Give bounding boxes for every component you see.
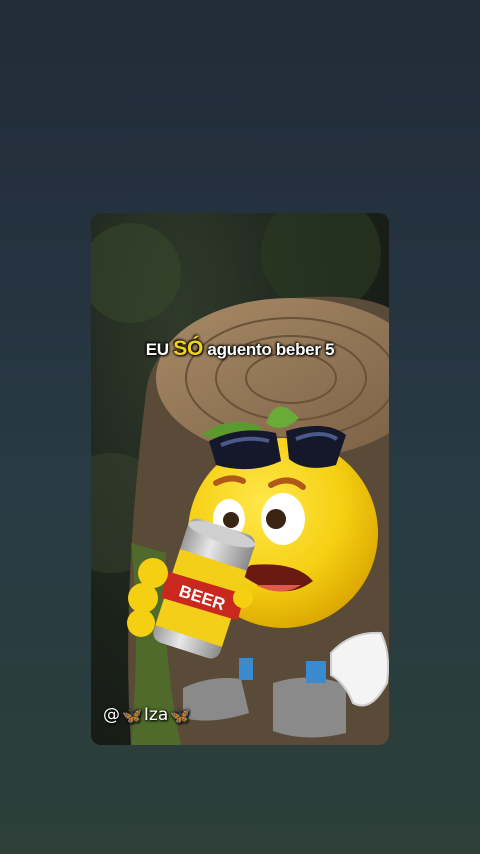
caption-part-2: aguento beber 5 (207, 340, 335, 359)
caption-highlight: SÓ (173, 337, 203, 360)
butterfly-icon: 🦋 (122, 705, 142, 725)
butterfly-icon: 🦋 (170, 705, 191, 725)
video-frame: BEER EU SÓ aguento beber 5 @ 🦋 Iza 🦋 (91, 213, 389, 745)
creator-name: Iza (143, 705, 169, 725)
creator-watermark: @ 🦋 Iza 🦋 (103, 705, 190, 725)
beer-emoji-illustration: BEER (91, 213, 389, 745)
at-symbol: @ (103, 705, 120, 725)
video-caption: EU SÓ aguento beber 5 (91, 337, 389, 361)
caption-part-1: EU (145, 340, 169, 359)
